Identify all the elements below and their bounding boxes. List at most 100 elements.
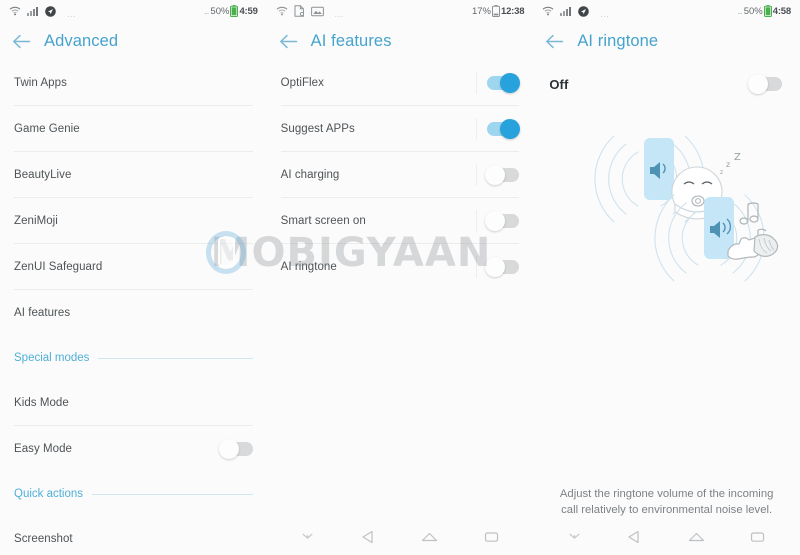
toggle-knob <box>485 165 506 185</box>
signal-icon <box>560 6 572 16</box>
clock: 12:38 <box>501 5 525 17</box>
list-item-label: Smart screen on <box>280 215 366 227</box>
list-item-suggest-apps[interactable]: Suggest APPs <box>267 106 534 152</box>
toggle-knob <box>500 119 521 139</box>
status-lead-dots: ... <box>737 6 742 16</box>
toggle-separator <box>476 256 478 278</box>
status-right: 17% 12:38 <box>472 5 525 18</box>
page-title: AI ringtone <box>577 31 659 50</box>
suggest-apps-toggle[interactable] <box>487 119 521 139</box>
list-item-ai-ringtone[interactable]: AI ringtone <box>267 244 534 290</box>
toggle-knob <box>500 73 521 93</box>
toggle-separator <box>476 118 478 140</box>
header-ai-features: AI features <box>267 22 534 60</box>
list-item[interactable]: Twin Apps <box>0 60 267 106</box>
back-icon[interactable] <box>626 529 642 545</box>
status-icons: ... <box>9 4 76 19</box>
toggle-separator <box>476 164 478 186</box>
list-item[interactable]: ZeniMoji <box>0 198 267 244</box>
ai-ringtone-state-label: Off <box>549 76 569 92</box>
status-overflow-dots: ... <box>67 8 77 19</box>
clock: 4:58 <box>772 5 791 17</box>
hide-navbar-icon[interactable] <box>301 532 314 541</box>
battery-percent: 50% <box>743 5 763 17</box>
section-header-rule <box>92 493 253 495</box>
panel-ai-features: ... 17% 12:38 AI features OptiFlex Sugge… <box>266 0 534 555</box>
page-title: AI features <box>310 31 392 50</box>
header-advanced: Advanced <box>0 22 267 60</box>
hide-navbar-icon[interactable] <box>568 532 581 541</box>
list-item[interactable]: ZenUI Safeguard <box>0 244 267 290</box>
nav-bar-ai-features <box>266 518 534 555</box>
list-item-optiflex[interactable]: OptiFlex <box>267 60 534 106</box>
list-item-label: Suggest APPs <box>280 123 355 135</box>
list-item-label: OptiFlex <box>280 77 324 89</box>
battery-icon <box>492 5 500 18</box>
header-ai-ringtone: AI ringtone <box>533 22 800 60</box>
list-item[interactable]: BeautyLive <box>0 152 267 198</box>
image-icon <box>310 6 324 17</box>
svg-text:z: z <box>726 160 730 169</box>
toggle-knob <box>485 211 506 231</box>
recents-icon[interactable] <box>750 530 765 544</box>
ai-charging-toggle[interactable] <box>485 165 520 185</box>
list-item-easy-mode[interactable]: Easy Mode <box>0 426 267 472</box>
list-item[interactable]: Game Genie <box>0 106 267 152</box>
signal-icon <box>27 6 39 16</box>
status-right: ... 50% 4:58 <box>737 5 791 18</box>
section-header-special-modes: Special modes <box>0 336 267 380</box>
document-icon <box>294 5 305 17</box>
easy-mode-toggle[interactable] <box>218 439 253 459</box>
list-item-label: BeautyLive <box>14 169 72 181</box>
home-icon[interactable] <box>688 530 705 544</box>
status-overflow-dots: ... <box>334 8 344 19</box>
list-item-smart-screen-on[interactable]: Smart screen on <box>267 198 534 244</box>
settings-list-ai-features: OptiFlex Suggest APPs AI charging Smart … <box>267 60 534 518</box>
list-item[interactable]: Kids Mode <box>0 380 267 426</box>
list-item-label: AI charging <box>280 169 340 181</box>
list-item-label: AI features <box>14 307 71 319</box>
wifi-icon <box>276 6 288 16</box>
navigation-icon <box>45 5 56 17</box>
list-item-label: Easy Mode <box>14 443 72 455</box>
recents-icon[interactable] <box>484 530 499 544</box>
ai-ringtone-illustration-wrap: z z Z <box>533 104 800 504</box>
back-arrow-icon[interactable] <box>279 34 298 49</box>
section-header-quick-actions: Quick actions <box>0 472 267 516</box>
status-icons: ... <box>276 4 344 19</box>
smart-screen-on-toggle[interactable] <box>485 211 520 231</box>
wifi-icon <box>542 6 554 16</box>
status-lead-dots: ... <box>203 6 209 16</box>
list-item-label: Game Genie <box>14 123 80 135</box>
clock: 4:59 <box>239 5 258 17</box>
list-item-screenshot[interactable]: Screenshot <box>0 516 267 555</box>
panel-advanced: ... ... 50% 4:59 Advanced Twin Apps Game… <box>0 0 267 555</box>
battery-icon <box>230 5 239 18</box>
section-header-label: Special modes <box>14 352 90 364</box>
sidebar-item-ai-features[interactable]: AI features <box>0 290 267 336</box>
toggle-separator <box>476 210 478 232</box>
ai-ringtone-toggle[interactable] <box>485 257 520 277</box>
optiflex-toggle[interactable] <box>487 73 521 93</box>
ai-ringtone-master-row[interactable]: Off <box>533 64 800 104</box>
list-item-ai-charging[interactable]: AI charging <box>267 152 534 198</box>
wifi-icon <box>9 6 21 16</box>
list-item-label: Screenshot <box>14 533 73 545</box>
section-header-label: Quick actions <box>14 488 84 500</box>
section-header-rule <box>98 357 253 359</box>
list-item-label: ZenUI Safeguard <box>14 261 103 273</box>
back-icon[interactable] <box>360 529 376 545</box>
back-arrow-icon[interactable] <box>12 34 31 49</box>
home-icon[interactable] <box>421 530 438 544</box>
ai-ringtone-master-toggle[interactable] <box>747 74 782 94</box>
battery-percent: 50% <box>210 5 230 17</box>
toggle-knob <box>747 74 768 94</box>
page-title: Advanced <box>44 31 119 50</box>
toggle-separator <box>476 72 478 94</box>
status-right: ... 50% 4:59 <box>203 5 258 18</box>
nav-bar-ai-ringtone <box>533 518 800 555</box>
svg-text:z: z <box>720 169 723 176</box>
svg-text:Z: Z <box>734 152 741 163</box>
sleeping-baby-and-noisy-environment-illustration: z z Z <box>594 135 778 282</box>
back-arrow-icon[interactable] <box>545 34 564 49</box>
